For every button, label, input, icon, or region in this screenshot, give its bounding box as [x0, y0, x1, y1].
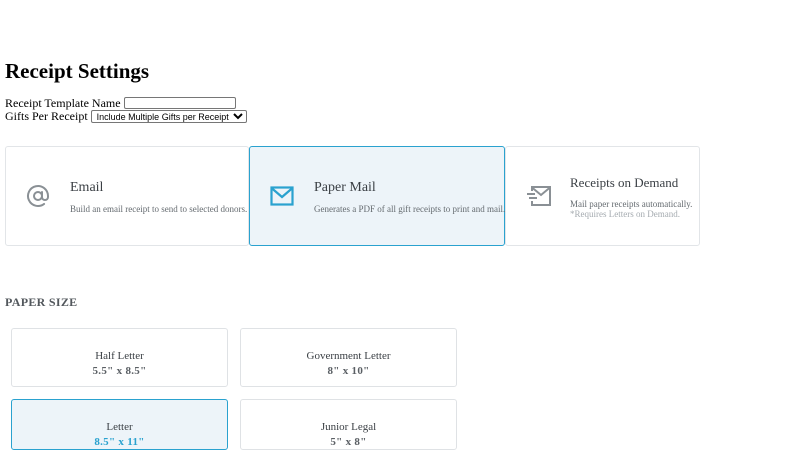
paper-size-government-letter[interactable]: Government Letter 8" x 10"	[240, 328, 457, 387]
template-name-input[interactable]	[123, 97, 236, 109]
delivery-title-receipts-on-demand: Receipts on Demand	[570, 175, 679, 190]
send-mail-icon	[527, 186, 551, 206]
paper-size-name: Government Letter	[306, 350, 391, 362]
delivery-card-paper-mail[interactable]: Paper Mail Generates a PDF of all gift r…	[249, 146, 505, 246]
delivery-card-email[interactable]: Email Build an email receipt to send to …	[5, 146, 249, 246]
paper-size-junior-legal[interactable]: Junior Legal 5" x 8"	[240, 399, 457, 450]
at-sign-icon	[27, 185, 49, 207]
paper-size-name: Junior Legal	[320, 421, 377, 433]
delivery-card-receipts-on-demand[interactable]: Receipts on Demand Mail paper receipts a…	[505, 146, 700, 246]
paper-size-letter[interactable]: Letter 8.5" x 11"	[11, 399, 228, 450]
delivery-title-paper-mail: Paper Mail	[314, 180, 376, 195]
paper-size-label: PAPER SIZE	[5, 295, 78, 309]
gifts-per-receipt-select[interactable]: Include Multiple Gifts per Receipt	[90, 109, 247, 123]
envelope-icon	[270, 186, 294, 206]
paper-size-dims: 8.5" x 11"	[94, 436, 145, 448]
template-name-label: Receipt Template Name	[5, 96, 121, 110]
paper-size-half-letter[interactable]: Half Letter 5.5" x 8.5"	[11, 328, 228, 387]
delivery-title-email: Email	[70, 180, 104, 195]
page-title: Receipt Settings	[5, 59, 150, 83]
delivery-method-group: Email Build an email receipt to send to …	[5, 146, 700, 246]
paper-size-name: Letter	[106, 421, 133, 433]
template-name-row: Receipt Template Name	[5, 96, 236, 110]
paper-size-dims: 8" x 10"	[327, 365, 370, 377]
gifts-per-receipt-row: Gifts Per Receipt Include Multiple Gifts…	[5, 109, 247, 123]
delivery-desc-email: Build an email receipt to send to select…	[70, 204, 248, 214]
gifts-per-receipt-label: Gifts Per Receipt	[5, 109, 88, 123]
delivery-desc-paper-mail: Generates a PDF of all gift receipts to …	[314, 204, 506, 214]
paper-size-dims: 5.5" x 8.5"	[92, 365, 147, 377]
paper-size-name: Half Letter	[95, 350, 144, 362]
paper-size-dims: 5" x 8"	[330, 436, 367, 448]
delivery-desc-receipts-on-demand: Mail paper receipts automatically.	[570, 199, 693, 209]
delivery-note-receipts-on-demand: *Requires Letters on Demand.	[570, 209, 680, 219]
